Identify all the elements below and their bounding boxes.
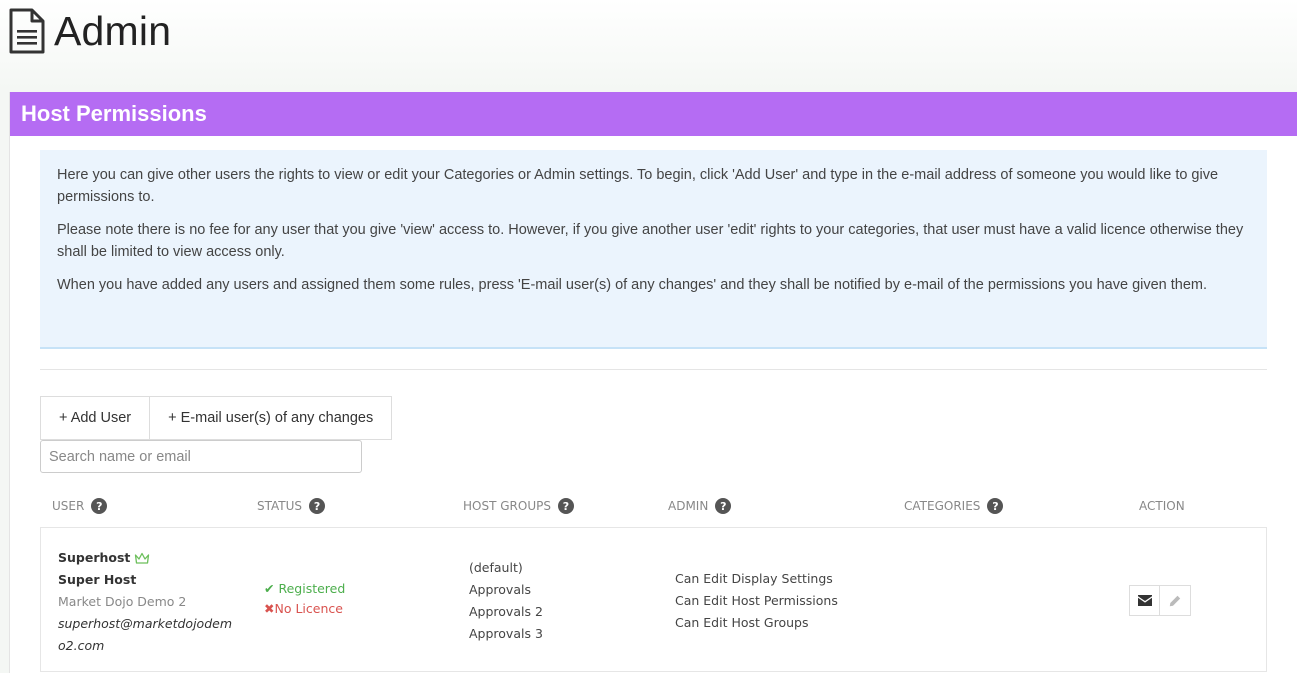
info-paragraph: Please note there is no fee for any user… xyxy=(57,222,1244,260)
table-row: Superhost Super Host Market Dojo Demo 2 … xyxy=(40,527,1267,672)
username-text: Superhost xyxy=(58,550,131,565)
column-header-admin: ADMIN ? xyxy=(668,496,732,516)
crown-icon xyxy=(135,552,150,564)
host-permissions-panel: Host Permissions Here you can give other… xyxy=(9,92,1297,673)
admin-permission-item: Can Edit Host Groups xyxy=(675,615,809,630)
column-header-status: STATUS ? xyxy=(257,496,326,516)
toolbar: + Add User + E-mail user(s) of any chang… xyxy=(40,396,393,440)
edit-user-button[interactable] xyxy=(1160,585,1191,616)
info-paragraph: When you have added any users and assign… xyxy=(57,277,1208,293)
search-input[interactable] xyxy=(40,440,362,473)
column-header-action: ACTION xyxy=(1139,496,1185,516)
user-full-name: Super Host xyxy=(58,572,137,587)
document-icon xyxy=(9,8,45,54)
status-cell: ✔ Registered ✖No Licence xyxy=(264,579,345,619)
page-header: Admin xyxy=(8,6,171,56)
host-group-item: Approvals xyxy=(469,582,531,597)
admin-permission-item: Can Edit Display Settings xyxy=(675,571,833,586)
column-header-user: USER ? xyxy=(52,496,108,516)
host-group-item: Approvals 3 xyxy=(469,626,543,641)
host-group-item: (default) xyxy=(469,560,523,575)
admin-cell: Can Edit Display Settings Can Edit Host … xyxy=(675,568,838,634)
pencil-icon xyxy=(1169,595,1181,606)
column-header-categories: CATEGORIES ? xyxy=(904,496,1004,516)
panel-heading: Host Permissions xyxy=(10,92,1297,136)
info-paragraph: Here you can give other users the rights… xyxy=(57,167,1219,205)
host-group-item: Approvals 2 xyxy=(469,604,543,619)
status-registered: ✔ Registered xyxy=(264,579,345,599)
add-user-button[interactable]: + Add User xyxy=(40,396,151,440)
email-users-button[interactable]: + E-mail user(s) of any changes xyxy=(150,396,393,440)
column-header-host-groups: HOST GROUPS ? xyxy=(463,496,574,516)
help-icon[interactable]: ? xyxy=(309,498,326,514)
divider xyxy=(40,369,1267,370)
page-title: Admin xyxy=(54,7,172,54)
column-header-label: ADMIN xyxy=(668,499,709,513)
host-groups-cell: (default) Approvals Approvals 2 Approval… xyxy=(469,557,543,645)
column-header-label: CATEGORIES xyxy=(904,499,981,513)
status-registered-label: Registered xyxy=(278,581,346,596)
admin-permission-item: Can Edit Host Permissions xyxy=(675,593,838,608)
user-cell: Superhost Super Host Market Dojo Demo 2 … xyxy=(58,547,233,657)
status-licence: ✖No Licence xyxy=(264,599,345,619)
status-licence-label: No Licence xyxy=(274,601,343,616)
action-buttons xyxy=(1129,585,1191,616)
help-icon[interactable]: ? xyxy=(987,498,1004,514)
check-icon: ✔ xyxy=(264,581,275,596)
table-header: USER ? STATUS ? HOST GROUPS ? ADMIN ? CA… xyxy=(40,496,1267,528)
help-icon[interactable]: ? xyxy=(557,498,574,514)
column-header-label: HOST GROUPS xyxy=(463,499,551,513)
user-username: Superhost xyxy=(58,547,233,569)
user-email: superhost@marketdojodemo2.com xyxy=(58,616,232,653)
info-box: Here you can give other users the rights… xyxy=(40,150,1267,349)
user-company: Market Dojo Demo 2 xyxy=(58,594,187,609)
cross-icon: ✖ xyxy=(264,601,275,616)
help-icon[interactable]: ? xyxy=(715,498,732,514)
column-header-label: USER xyxy=(52,499,85,513)
email-user-button[interactable] xyxy=(1129,585,1160,616)
envelope-icon xyxy=(1137,595,1152,606)
column-header-label: STATUS xyxy=(257,499,303,513)
column-header-label: ACTION xyxy=(1139,499,1185,513)
help-icon[interactable]: ? xyxy=(91,498,108,514)
